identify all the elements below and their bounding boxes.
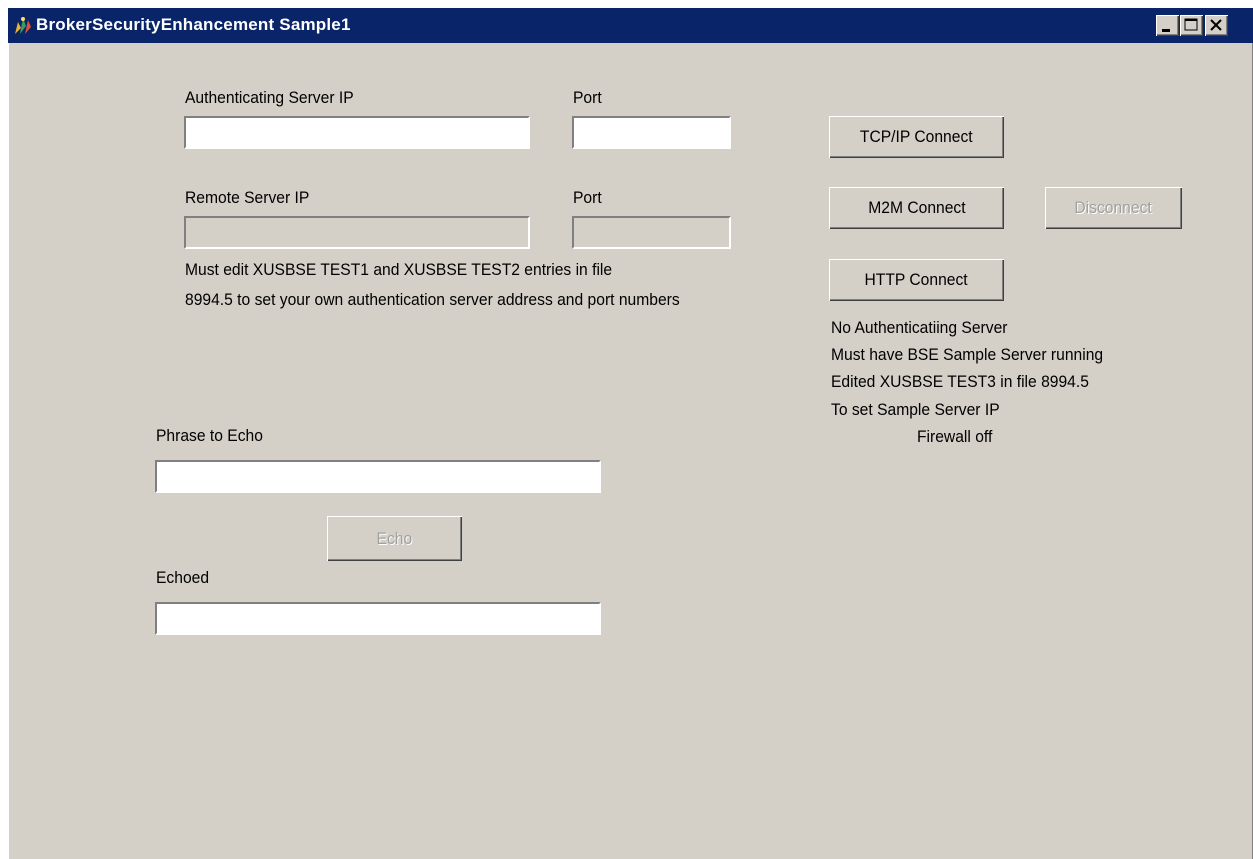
maximize-icon — [1184, 18, 1198, 31]
title-bar[interactable]: BrokerSecurityEnhancement Sample1 — [8, 8, 1253, 43]
app-window: BrokerSecurityEnhancement Sample1 Authen… — [8, 8, 1253, 859]
echoed-label: Echoed — [156, 568, 210, 587]
config-note-line1: Must edit XUSBSE TEST1 and XUSBSE TEST2 … — [185, 260, 613, 279]
window-title: BrokerSecurityEnhancement Sample1 — [36, 15, 351, 34]
auth-ip-label: Authenticating Server IP — [185, 88, 354, 107]
auth-port-label: Port — [573, 88, 602, 107]
disconnect-button[interactable]: Disconnect — [1045, 187, 1182, 229]
close-button[interactable] — [1205, 15, 1228, 36]
echoed-output[interactable] — [155, 602, 601, 635]
close-icon — [1210, 19, 1222, 31]
phrase-label: Phrase to Echo — [156, 426, 263, 445]
minimize-icon — [1162, 29, 1170, 32]
app-icon — [12, 14, 34, 36]
info-line-4: To set Sample Server IP — [831, 400, 1000, 419]
tcpip-connect-button[interactable]: TCP/IP Connect — [829, 116, 1004, 158]
echo-button[interactable]: Echo — [327, 516, 462, 561]
auth-port-input[interactable] — [572, 116, 731, 149]
info-line-3: Edited XUSBSE TEST3 in file 8994.5 — [831, 372, 1089, 391]
remote-ip-input[interactable] — [184, 216, 530, 249]
remote-port-label: Port — [573, 188, 602, 207]
minimize-button[interactable] — [1156, 15, 1179, 36]
remote-port-input[interactable] — [572, 216, 731, 249]
remote-ip-label: Remote Server IP — [185, 188, 310, 207]
auth-ip-input[interactable] — [184, 116, 530, 149]
m2m-connect-button[interactable]: M2M Connect — [829, 187, 1004, 229]
info-line-5: Firewall off — [917, 427, 993, 446]
maximize-button[interactable] — [1180, 15, 1203, 36]
info-line-2: Must have BSE Sample Server running — [831, 345, 1104, 364]
info-line-1: No Authenticatiing Server — [831, 318, 1008, 337]
config-note-line2: 8994.5 to set your own authentication se… — [185, 290, 680, 309]
phrase-input[interactable] — [155, 460, 601, 493]
http-connect-button[interactable]: HTTP Connect — [829, 259, 1004, 301]
